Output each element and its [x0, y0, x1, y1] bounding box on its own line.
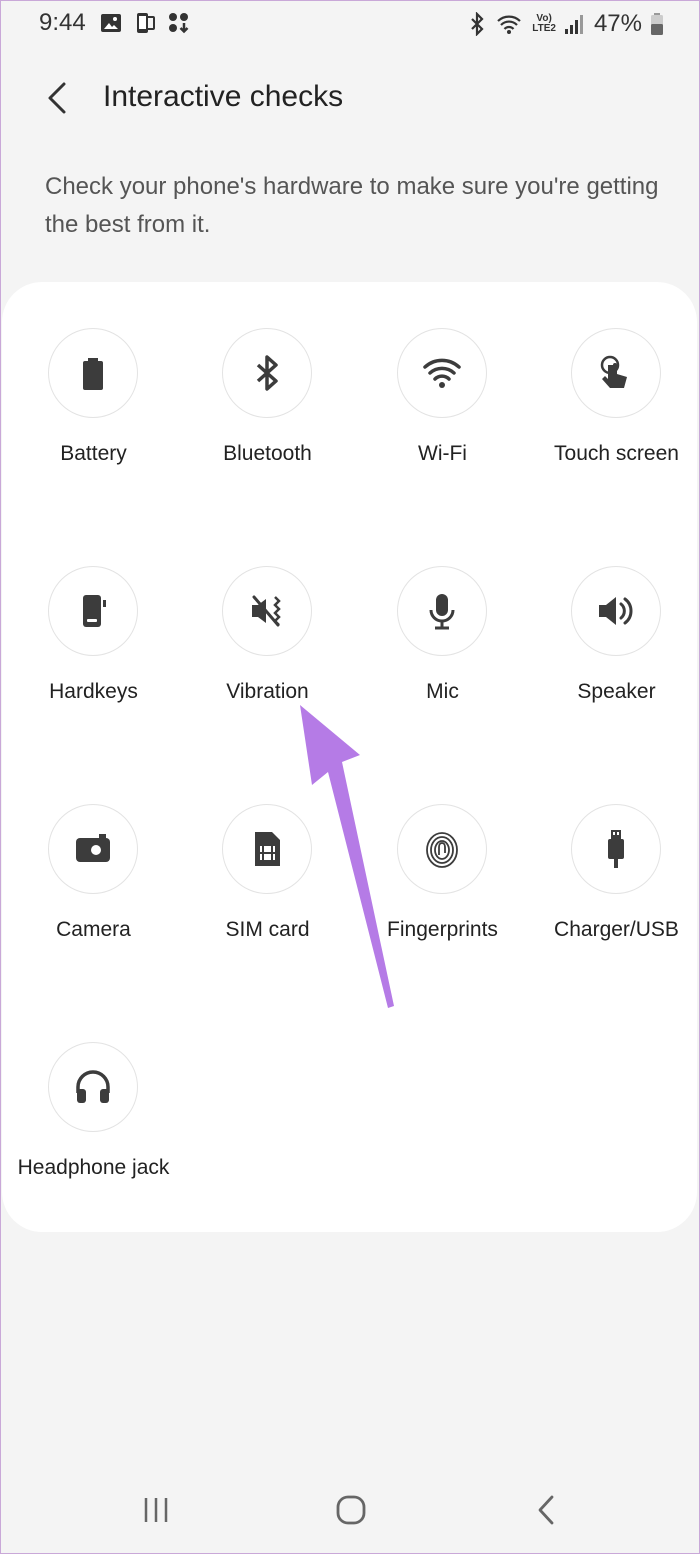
page-title: Interactive checks [103, 80, 344, 113]
check-battery-icon-circle [48, 328, 138, 418]
back-button[interactable] [40, 78, 76, 118]
check-fingerprints[interactable]: Fingerprints [355, 758, 530, 958]
check-label: Headphone jack [17, 1156, 170, 1179]
check-touch-icon-circle [571, 328, 661, 418]
status-time: 9:44 [39, 9, 86, 36]
check-bluetooth-icon-circle [222, 328, 312, 418]
volte-indicator: Vo) LTE2 [532, 14, 556, 34]
check-usb-icon-circle [571, 804, 661, 894]
chevron-left-icon [48, 82, 66, 114]
check-vibration[interactable]: Vibration [180, 520, 355, 720]
check-label: Touch screen [554, 442, 679, 465]
description: Check your phone's hardware to make sure… [45, 173, 659, 238]
check-label: Speaker [577, 680, 656, 703]
check-battery[interactable]: Battery [6, 282, 181, 482]
volte-bottom: LTE2 [532, 23, 556, 34]
signal-icon [564, 15, 583, 34]
mic-icon [429, 594, 455, 630]
bluetooth-status-icon [471, 12, 484, 36]
check-sim-icon-circle [222, 804, 312, 894]
check-label: Charger/USB [554, 918, 679, 941]
check-mic-icon-circle [397, 566, 487, 656]
back-nav-button[interactable] [527, 1490, 567, 1530]
apps-download-icon [169, 13, 189, 34]
status-bar: 9:44 Vo) LTE2 47% [0, 0, 700, 48]
check-camera-icon-circle [48, 804, 138, 894]
vibration-icon [252, 595, 281, 627]
usb-icon [608, 830, 624, 868]
check-bluetooth[interactable]: Bluetooth [180, 282, 355, 482]
check-vibration-icon-circle [222, 566, 312, 656]
check-sim-card[interactable]: SIM card [180, 758, 355, 958]
battery-icon [83, 358, 103, 390]
fingerprint-icon [426, 832, 458, 868]
checks-card: Battery Bluetooth Wi-Fi Touch screen Har… [2, 282, 697, 1232]
battery-percent: 47% [593, 10, 642, 37]
status-right-icons: Vo) LTE2 47% [468, 10, 664, 38]
home-button[interactable] [331, 1490, 371, 1530]
speaker-icon [599, 597, 633, 625]
touch-icon [600, 355, 627, 388]
check-hardkeys-icon-circle [48, 566, 138, 656]
check-mic[interactable]: Mic [355, 520, 530, 720]
recents-button[interactable] [136, 1490, 176, 1530]
check-hardkeys[interactable]: Hardkeys [6, 520, 181, 720]
check-speaker[interactable]: Speaker [529, 520, 700, 720]
back-icon [538, 1495, 554, 1525]
headphones-icon [76, 1070, 110, 1103]
camera-icon [76, 834, 110, 862]
check-wifi[interactable]: Wi-Fi [355, 282, 530, 482]
nav-bar [0, 1460, 700, 1554]
check-camera[interactable]: Camera [6, 758, 181, 958]
check-touch-screen[interactable]: Touch screen [529, 282, 700, 482]
sim-card-icon [255, 832, 280, 866]
wifi-icon [423, 358, 461, 388]
gallery-icon [101, 14, 121, 32]
wifi-call-icon [497, 15, 521, 34]
check-fingerprint-icon-circle [397, 804, 487, 894]
header: Interactive checks [0, 60, 700, 134]
check-headphones-icon-circle [48, 1042, 138, 1132]
screenshot-icon [137, 13, 155, 33]
status-left-icons [99, 11, 191, 35]
check-charger-usb[interactable]: Charger/USB [529, 758, 700, 958]
check-headphone-jack[interactable]: Headphone jack [6, 996, 181, 1196]
battery-status-icon [651, 13, 663, 35]
home-icon [336, 1495, 366, 1525]
recents-icon [144, 1498, 168, 1522]
hardkeys-icon [83, 595, 106, 627]
bluetooth-icon [256, 355, 278, 391]
check-speaker-icon-circle [571, 566, 661, 656]
check-wifi-icon-circle [397, 328, 487, 418]
